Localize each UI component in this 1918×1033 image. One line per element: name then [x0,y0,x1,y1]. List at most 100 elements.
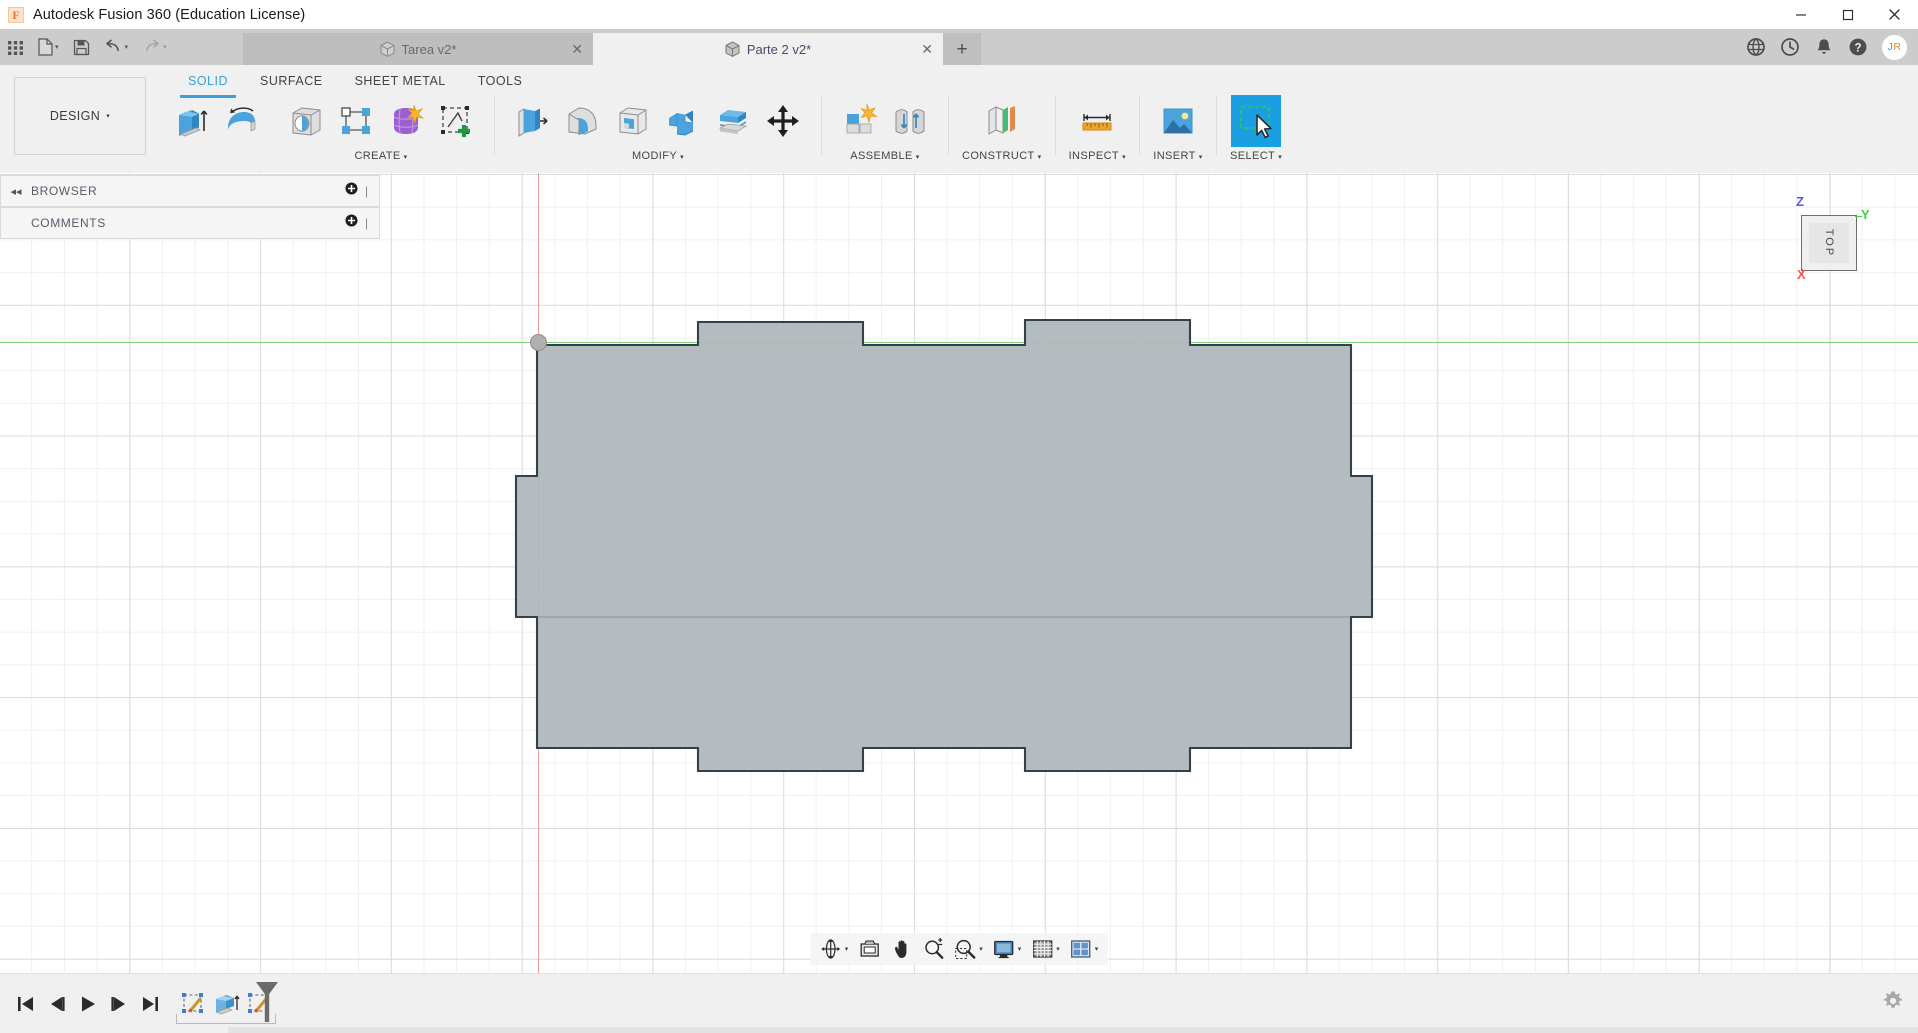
app-grid-button[interactable] [0,29,31,65]
tab-close-icon[interactable]: ✕ [921,42,933,56]
measure-command[interactable] [1072,95,1122,147]
chevron-down-icon: ▾ [1037,154,1042,161]
tab-parte-2[interactable]: Parte 2 v2* ✕ [593,33,943,65]
help-icon[interactable]: ? [1841,29,1875,65]
zoom-tool[interactable] [917,933,949,965]
axis-label-y: Y [1861,207,1870,222]
panel-comments-actions: | [345,214,379,232]
tab-tarea[interactable]: Tarea v2* ✕ [243,33,593,65]
revolve-command[interactable] [217,95,267,147]
press-pull-command[interactable] [508,95,558,147]
panel-resize-grip[interactable]: | [365,217,374,229]
view-cube[interactable]: TOP Z Y X [1781,194,1876,290]
part-outline[interactable] [514,318,1374,773]
display-settings-tool[interactable]: ▾ [988,933,1027,965]
joint-command[interactable] [885,95,935,147]
orbit-tool[interactable]: ▾ [815,933,854,965]
document-tab-strip: Tarea v2* ✕ Parte 2 v2* ✕ + [243,29,981,65]
timeline-feature-group-bracket [176,1014,276,1024]
grid-snaps-tool[interactable]: ▾ [1026,933,1065,965]
origin-point[interactable] [530,334,547,351]
panel-inspect: INSPECT ▾ [1062,95,1133,162]
timeline-go-to-end[interactable] [134,974,165,1033]
extrude-command[interactable] [167,95,217,147]
viewports-tool[interactable]: ▾ [1065,933,1104,965]
timeline-play[interactable] [72,974,103,1033]
close-button[interactable] [1871,0,1918,29]
save-button[interactable] [66,29,97,65]
panel-divider [1054,95,1056,155]
timeline-settings-gear[interactable] [1882,990,1904,1017]
tab-surface[interactable]: SURFACE [244,69,339,92]
panel-comments-label: COMMENTS [31,216,106,230]
form-command[interactable] [381,95,431,147]
chevron-down-icon[interactable]: ▾ [1095,945,1099,953]
tab-close-icon[interactable]: ✕ [571,42,583,56]
view-cube-face[interactable]: TOP [1801,215,1857,271]
globe-icon[interactable] [1739,29,1773,65]
panel-insert: INSERT ▾ [1146,95,1210,162]
fillet-command[interactable] [558,95,608,147]
design-canvas[interactable]: TOP Z Y X ▾ ▾ ▾ ▾ ▾ [0,173,1918,973]
new-document-tab-button[interactable]: + [943,33,981,65]
workspace-selector-button[interactable]: DESIGN ▾ [14,77,146,155]
chevron-down-icon[interactable]: ▾ [845,945,849,953]
tab-tools[interactable]: TOOLS [462,69,539,92]
tab-label: Tarea v2* [401,41,457,57]
pan-tool[interactable] [885,933,917,965]
zoom-window-tool[interactable]: ▾ [949,933,988,965]
new-file-button[interactable]: ▾ [31,29,66,65]
chevron-down-icon: ▾ [915,154,920,161]
look-at-tool[interactable] [853,933,885,965]
collapse-panel-icon[interactable]: ◂◂ [1,185,31,198]
ribbon-panels: CREATE ▾ MODIFY ▾ ASSEMBLE ▾ CONSTRUCT ▾… [160,95,1289,173]
panel-divider [948,95,949,155]
shell-command[interactable] [608,95,658,147]
create-sketch-command[interactable] [431,95,481,147]
minimize-button[interactable] [1777,0,1824,29]
chevron-down-icon[interactable]: ▾ [55,43,59,51]
maximize-button[interactable] [1824,0,1871,29]
panel-options-icon[interactable] [345,182,358,200]
chevron-down-icon[interactable]: ▾ [1056,945,1060,953]
panel-select: SELECT ▾ [1223,95,1289,162]
panel-options-icon[interactable] [345,214,358,232]
tab-sheet-metal[interactable]: SHEET METAL [339,69,462,92]
tab-solid[interactable]: SOLID [172,69,244,98]
model-body[interactable] [0,173,1918,973]
chevron-down-icon: ▾ [1198,154,1203,161]
quick-access-bar: ▾ ▾ ▾ Tarea v2* ✕ Parte 2 v2* ✕ + ? J R [0,29,1918,65]
combine-command[interactable] [658,95,708,147]
panel-browser-actions: | [345,182,379,200]
undo-button[interactable]: ▾ [97,29,136,65]
hole-command[interactable] [281,95,331,147]
redo-button[interactable]: ▾ [135,29,174,65]
insert-image-command[interactable] [1153,95,1203,147]
tab-label: Parte 2 v2* [746,41,812,57]
move-copy-command[interactable] [758,95,808,147]
navigation-bar: ▾ ▾ ▾ ▾ ▾ [810,933,1108,965]
chevron-down-icon[interactable]: ▾ [1018,945,1022,953]
notifications-bell-icon[interactable] [1807,29,1841,65]
timeline-track[interactable] [0,1027,1918,1033]
panel-browser[interactable]: ◂◂ BROWSER | [0,175,380,207]
construct-plane-command[interactable] [977,95,1027,147]
timeline-step-back[interactable] [41,974,72,1033]
panel-resize-grip[interactable]: | [365,185,374,197]
chevron-down-icon[interactable]: ▾ [979,945,983,953]
new-component-command[interactable] [835,95,885,147]
select-command[interactable] [1231,95,1282,147]
pattern-command[interactable] [331,95,381,147]
view-cube-face-inner: TOP [1809,223,1849,263]
timeline-track-left-section [0,1027,228,1033]
job-status-clock-icon[interactable] [1773,29,1807,65]
panel-label-modify: MODIFY ▾ [631,150,685,162]
chevron-down-icon[interactable]: ▾ [163,43,167,51]
chevron-down-icon[interactable]: ▾ [125,43,129,51]
timeline-step-forward[interactable] [103,974,134,1033]
user-avatar[interactable]: JR [1881,33,1908,61]
document-cube-icon [725,41,740,57]
offset-face-command[interactable] [708,95,758,147]
panel-comments[interactable]: COMMENTS | [0,207,380,239]
timeline-go-to-beginning[interactable] [10,974,41,1033]
